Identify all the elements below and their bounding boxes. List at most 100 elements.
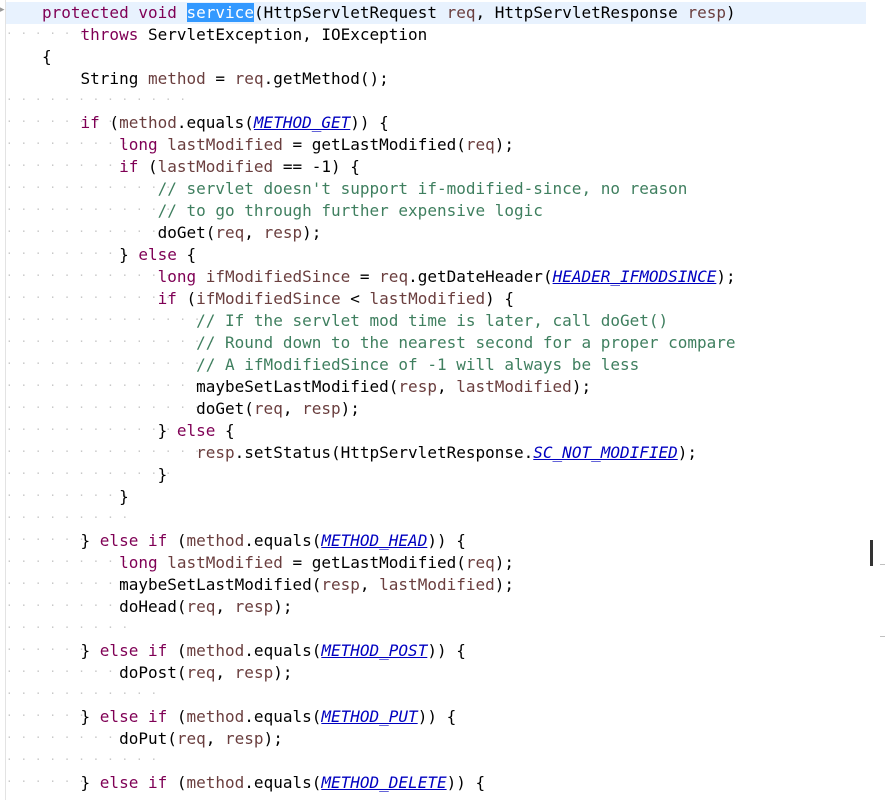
code-token: } [42,531,100,550]
code-token: , HttpServletResponse [475,3,688,22]
code-token: // to go through further expensive logic [157,201,543,220]
code-line[interactable]: · · · · · · · · · · · · · · · doGet(req,… [6,398,866,420]
code-line[interactable]: · · · · · · · · · · · · · · · resp.setSt… [6,442,866,464]
code-line[interactable]: · · · · · · · · · · · [6,684,866,706]
code-text: doPost(req, resp); [42,662,292,684]
code-token: if [157,289,177,308]
code-token: lastModified [167,553,283,572]
code-token: .equals( [244,773,322,792]
code-line[interactable]: · · · · · · · · · } else { [6,244,866,266]
code-token: void [138,3,177,22]
code-line[interactable]: · · · · · · · · · doPost(req, resp); [6,662,866,684]
code-token: // servlet doesn't support if-modified-s… [157,179,688,198]
code-token: , [359,575,380,594]
code-line[interactable]: · · · · · · · · · long lastModified = ge… [6,552,866,574]
code-token: req [186,597,216,616]
code-text: // servlet doesn't support if-modified-s… [42,178,688,200]
code-token: } [42,465,168,484]
code-token: METHOD_HEAD [321,531,428,550]
code-token: ifModifiedSince [205,267,351,286]
code-line[interactable]: · · · · · · · · · · · · long ifModifiedS… [6,266,866,288]
code-token: )) { [350,113,389,132]
code-editor[interactable]: ▸ protected void service(HttpServletRequ… [0,0,886,800]
code-token: , [244,223,264,242]
code-line[interactable]: · · · · · · · · · maybeSetLastModified(r… [6,574,866,596]
code-line[interactable]: · · · · · · · · · · · · · · · // If the … [6,310,866,332]
code-token: )) { [446,773,486,792]
code-line[interactable]: protected void service(HttpServletReques… [6,2,866,24]
code-text: if (method.equals(METHOD_GET)) { [42,112,389,134]
code-line[interactable]: · · · · · · · · · · · · // servlet doesn… [6,178,866,200]
code-line[interactable]: · · · · · · · · · · · · · [6,90,866,112]
code-line[interactable]: · · · · · · · · · · · · · · · // Round d… [6,332,866,354]
code-line[interactable]: · · · · · · · · · · · · · · · maybeSetLa… [6,376,866,398]
code-token: ); [273,597,293,616]
code-line[interactable]: · · · · · · · · · · · · } else { [6,420,866,442]
code-text: throws ServletException, IOException [42,24,428,46]
code-line[interactable]: · · · · · · · · · [6,508,866,530]
code-token: , [205,729,226,748]
code-line[interactable]: · · · · · · · · · · · · } [6,464,866,486]
overview-ruler-tick[interactable] [880,564,885,565]
code-text: long ifModifiedSince = req.getDateHeader… [42,266,736,288]
code-token: SC_NOT_MODIFIED [533,443,678,462]
code-token: throws [80,25,139,44]
code-token: req [186,663,216,682]
code-token: )) { [427,531,466,550]
code-token: ( [167,773,187,792]
code-line[interactable]: · · · · · · throws ServletException, IOE… [6,24,866,46]
code-token: req [379,267,409,286]
code-line[interactable]: String method = req.getMethod(); [6,68,866,90]
code-token: resp [225,729,264,748]
code-token: lastModified [379,575,495,594]
code-token: } [42,773,100,792]
code-token: resp [234,663,274,682]
code-line[interactable]: · · · · · · · · · } [6,486,866,508]
code-line[interactable]: · · · · · · · · · if (method.equals(METH… [6,112,866,134]
code-line[interactable]: · · · · · · } else if (method.equals(MET… [6,530,866,552]
code-token: lastModified [369,289,486,308]
code-token: else [176,421,216,440]
code-token: long [119,135,158,154]
code-line[interactable]: · · · · · · } else if (method.equals(MET… [6,772,866,794]
code-line[interactable]: · · · · · · · · · · · [6,750,866,772]
code-line[interactable]: · · · · · · · · · doPut(req, resp); [6,728,866,750]
code-token: long [119,553,158,572]
code-token: ( [138,157,158,176]
code-token: ); [494,553,515,572]
code-token: , [436,377,457,396]
code-line[interactable]: { [6,46,866,68]
code-line[interactable]: · · · · · · · · · · · · doGet(req, resp)… [6,222,866,244]
code-line[interactable]: · · · · · · · · · · · · if (ifModifiedSi… [6,288,866,310]
code-line[interactable]: · · · · · · } else if (method.equals(MET… [6,706,866,728]
overview-ruler-tick[interactable] [880,636,885,637]
code-line[interactable]: · · · · · · · · · long lastModified = ge… [6,134,866,156]
code-token: METHOD_DELETE [321,773,447,792]
code-token: ); [677,443,698,462]
code-line[interactable]: · · · · · · · · · if (lastModified == -1… [6,156,866,178]
code-token: = getLastModified( [282,553,466,572]
code-line[interactable]: · · · · · · · · · · · · · · · // A ifMod… [6,354,866,376]
code-token: if [147,531,168,550]
code-token: long [157,267,197,286]
code-token: lastModified [167,135,283,154]
fold-arrow-icon[interactable]: ▸ [0,5,5,15]
code-token: lastModified [157,157,274,176]
code-token: // Round down to the nearest second for … [196,333,736,352]
code-token: else [99,707,139,726]
code-token: .equals( [176,113,254,132]
code-lines[interactable]: protected void service(HttpServletReques… [6,2,866,794]
code-token: resp [302,399,341,418]
code-line[interactable]: · · · · · · · · · [6,618,866,640]
code-line[interactable]: · · · · · · } else if (method.equals(MET… [6,640,866,662]
code-token: resp [263,223,303,242]
code-line[interactable]: · · · · · · · · · doHead(req, resp); [6,596,866,618]
scroll-position-marker[interactable] [870,540,873,566]
code-line[interactable]: · · · · · · · · · · · · // to go through… [6,200,866,222]
